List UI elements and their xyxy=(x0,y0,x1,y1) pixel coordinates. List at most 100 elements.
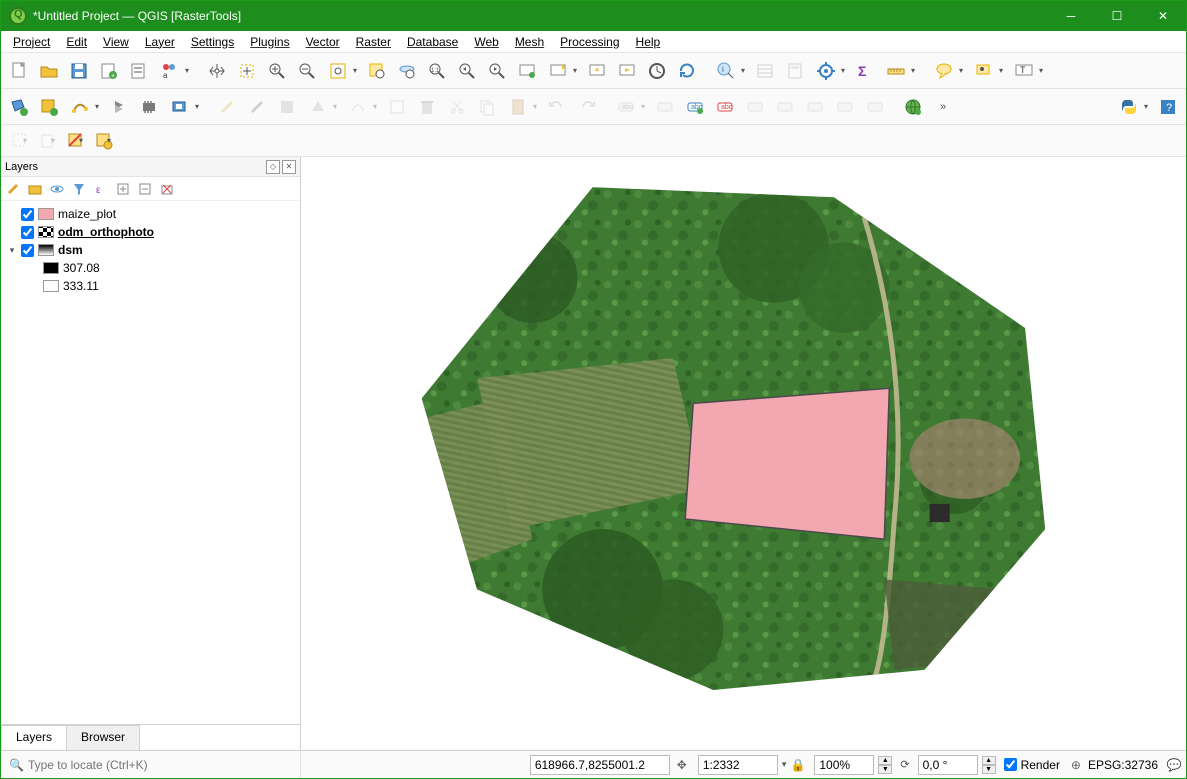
layer-row-maize-plot[interactable]: maize_plot xyxy=(3,205,298,223)
deselect-all-button[interactable] xyxy=(61,128,87,154)
change-label-button[interactable] xyxy=(831,93,859,121)
layers-tree[interactable]: maize_plot odm_orthophoto ▾ dsm 307.08 xyxy=(1,201,300,724)
cut-features-button[interactable] xyxy=(443,93,471,121)
menu-vector[interactable]: Vector xyxy=(298,33,348,51)
magnifier-input[interactable] xyxy=(814,755,874,775)
label-layer-button[interactable]: abc xyxy=(611,93,649,121)
new-geopackage-layer-button[interactable] xyxy=(105,93,133,121)
change-label-properties-button[interactable] xyxy=(861,93,889,121)
show-layout-manager-button[interactable] xyxy=(125,57,153,85)
highlight-label-button[interactable]: abc xyxy=(681,93,709,121)
filter-legend-button[interactable] xyxy=(71,181,87,197)
filter-expression-button[interactable]: ε xyxy=(93,181,109,197)
locate-box[interactable]: 🔍 xyxy=(1,751,301,778)
pan-to-selection-button[interactable] xyxy=(233,57,261,85)
pin-label-button[interactable]: abc xyxy=(711,93,739,121)
maptips-button[interactable] xyxy=(929,57,967,85)
minimize-button[interactable]: ─ xyxy=(1048,1,1094,31)
redo-button[interactable] xyxy=(573,93,601,121)
measure-button[interactable] xyxy=(881,57,919,85)
add-vector-layer-button[interactable] xyxy=(5,93,33,121)
open-attribute-table-button[interactable] xyxy=(751,57,779,85)
python-console-button[interactable] xyxy=(1114,93,1152,121)
current-edits-button[interactable] xyxy=(213,93,241,121)
identify-features-button[interactable]: i xyxy=(711,57,749,85)
new-shapefile-layer-button[interactable] xyxy=(65,93,103,121)
menu-layer[interactable]: Layer xyxy=(137,33,183,51)
zoom-full-button[interactable] xyxy=(323,57,361,85)
collapse-all-button[interactable] xyxy=(137,181,153,197)
menu-web[interactable]: Web xyxy=(466,33,506,51)
map-canvas[interactable] xyxy=(301,157,1186,750)
menu-database[interactable]: Database xyxy=(399,33,466,51)
maximize-button[interactable]: ☐ xyxy=(1094,1,1140,31)
layer-row-dsm[interactable]: ▾ dsm xyxy=(3,241,298,259)
zoom-in-button[interactable] xyxy=(263,57,291,85)
tab-browser[interactable]: Browser xyxy=(66,725,140,750)
new-project-button[interactable] xyxy=(5,57,33,85)
open-project-button[interactable] xyxy=(35,57,63,85)
select-all-button[interactable] xyxy=(89,128,115,154)
pan-map-button[interactable] xyxy=(203,57,231,85)
extents-icon[interactable]: ✥ xyxy=(674,757,690,773)
show-hide-labels-button[interactable] xyxy=(741,93,769,121)
add-raster-layer-button[interactable] xyxy=(35,93,63,121)
delete-selected-button[interactable] xyxy=(413,93,441,121)
field-calculator-button[interactable] xyxy=(781,57,809,85)
processing-toolbox-button[interactable] xyxy=(811,57,849,85)
new-memory-layer-button[interactable] xyxy=(135,93,163,121)
zoom-to-selection-button[interactable] xyxy=(363,57,391,85)
add-group-button[interactable] xyxy=(27,181,43,197)
save-layer-edits-button[interactable] xyxy=(273,93,301,121)
remove-layer-button[interactable] xyxy=(159,181,175,197)
layer-styling-button[interactable] xyxy=(5,181,21,197)
menu-settings[interactable]: Settings xyxy=(183,33,242,51)
help-button[interactable]: ? xyxy=(1154,93,1182,121)
annotation-button[interactable] xyxy=(969,57,1007,85)
paste-features-button[interactable] xyxy=(503,93,541,121)
tab-layers[interactable]: Layers xyxy=(1,725,67,750)
temporal-controller-button[interactable] xyxy=(613,57,641,85)
render-checkbox[interactable] xyxy=(1004,758,1017,771)
statistical-summary-button[interactable]: Σ xyxy=(851,57,879,85)
layers-panel-close-button[interactable]: ✕ xyxy=(282,160,296,174)
select-by-value-button[interactable] xyxy=(33,128,59,154)
refresh-button[interactable] xyxy=(643,57,671,85)
expand-all-button[interactable] xyxy=(115,181,131,197)
locate-input[interactable] xyxy=(28,758,296,772)
undo-button[interactable] xyxy=(543,93,571,121)
magnifier-spinner[interactable]: ▲▼ xyxy=(878,756,892,774)
zoom-last-button[interactable] xyxy=(453,57,481,85)
diagram-layer-button[interactable] xyxy=(651,93,679,121)
lock-scale-icon[interactable]: 🔒 xyxy=(790,757,806,773)
modify-attributes-button[interactable] xyxy=(383,93,411,121)
vertex-tool-button[interactable] xyxy=(343,93,381,121)
menu-mesh[interactable]: Mesh xyxy=(507,33,552,51)
messages-button[interactable]: 💬 xyxy=(1162,751,1186,778)
manage-map-themes-button[interactable] xyxy=(49,181,65,197)
layer-visibility-checkbox[interactable] xyxy=(21,208,34,221)
layer-row-orthophoto[interactable]: odm_orthophoto xyxy=(3,223,298,241)
menu-raster[interactable]: Raster xyxy=(348,33,399,51)
coordinate-input[interactable] xyxy=(530,755,670,775)
layers-panel-undock-button[interactable]: ◇ xyxy=(266,160,280,174)
save-project-button[interactable] xyxy=(65,57,93,85)
new-print-layout-button[interactable]: + xyxy=(95,57,123,85)
new-spatial-bookmark-button[interactable] xyxy=(543,57,581,85)
rotate-label-button[interactable] xyxy=(801,93,829,121)
plugin-globe-button[interactable] xyxy=(899,93,927,121)
menu-project[interactable]: Project xyxy=(5,33,58,51)
select-features-button[interactable] xyxy=(5,128,31,154)
add-feature-button[interactable] xyxy=(303,93,341,121)
crs-group[interactable]: ⊕ EPSG:32736 xyxy=(1064,751,1162,778)
zoom-to-layer-button[interactable] xyxy=(393,57,421,85)
copy-features-button[interactable] xyxy=(473,93,501,121)
layer-visibility-checkbox[interactable] xyxy=(21,244,34,257)
menu-edit[interactable]: Edit xyxy=(58,33,95,51)
toolbar-overflow-button[interactable]: » xyxy=(929,93,957,121)
menu-processing[interactable]: Processing xyxy=(552,33,627,51)
text-annotation-button[interactable]: T xyxy=(1009,57,1047,85)
scale-input[interactable] xyxy=(698,755,778,775)
rotation-spinner[interactable]: ▲▼ xyxy=(982,756,996,774)
menu-plugins[interactable]: Plugins xyxy=(242,33,297,51)
